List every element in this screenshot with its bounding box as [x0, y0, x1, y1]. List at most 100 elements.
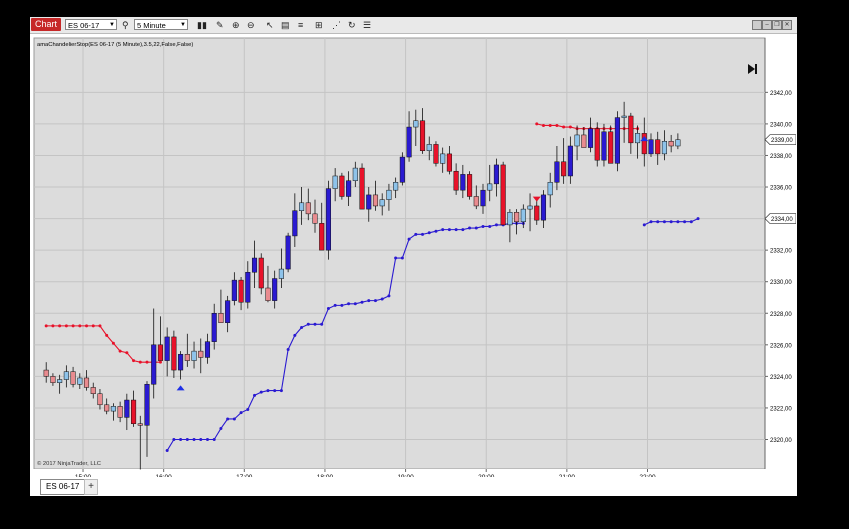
candle-body [581, 134, 587, 148]
long-stop-dot [246, 408, 250, 412]
add-tab-icon[interactable]: + [84, 479, 98, 495]
zoom-in-icon[interactable]: ⊕ [232, 19, 240, 31]
candle-body [90, 387, 96, 394]
price-chart[interactable]: 2342,00 2340,00 2338,00 2336,00 2334,00 2332,… [32, 36, 796, 486]
short-stop-dot [105, 333, 109, 337]
candle-body [292, 210, 298, 237]
candle-body [446, 153, 452, 172]
candle-body [124, 399, 130, 418]
candle-body [57, 379, 63, 383]
candle-body [467, 174, 473, 197]
instrument-selector[interactable]: ES 06-17 ▼ [65, 19, 117, 30]
candle-body [648, 139, 654, 155]
y-tick-label: 2322,00 [770, 406, 792, 412]
long-stop-dot [380, 297, 384, 301]
long-stop-dot [427, 231, 431, 235]
long-stop-2-dot [669, 220, 673, 224]
y-tick-label: 2340,00 [770, 122, 792, 128]
candle-body [137, 423, 143, 426]
long-stop-dot [179, 438, 183, 441]
refresh-icon[interactable]: ↻ [348, 19, 356, 31]
candle-body [258, 257, 264, 289]
long-stop-dot [367, 299, 371, 303]
candle-body [70, 371, 76, 385]
chart-panel[interactable]: 2342,00 2340,00 2338,00 2336,00 2334,00 2332,… [32, 36, 796, 486]
candle-body [251, 257, 258, 273]
long-stop-dot [447, 228, 451, 232]
candle-body [520, 208, 526, 222]
candle-body [527, 205, 533, 210]
data-box-icon[interactable]: ≡ [298, 19, 303, 31]
candle-body [406, 126, 412, 158]
tab-es-06-17[interactable]: ES 06-17 [40, 479, 86, 495]
candle-body [238, 279, 244, 303]
candle-body [299, 202, 305, 211]
candle-body [83, 377, 90, 388]
y-tick-label: 2342,00 [770, 91, 792, 97]
candle-body [635, 133, 641, 144]
y-tick-label: 2338,00 [770, 154, 792, 160]
long-stop-dot [387, 294, 391, 298]
short-stop-dot [64, 324, 68, 328]
short-stop-dot [71, 324, 75, 328]
plot-area [33, 37, 766, 470]
long-stop-2-dot [676, 220, 680, 224]
short-stop-dot [111, 341, 115, 345]
chevron-down-icon: ▼ [109, 22, 115, 28]
long-stop-dot [494, 223, 498, 227]
pencil-icon[interactable]: ✎ [216, 19, 224, 31]
copyright-label: © 2017 NinjaTrader, LLC [37, 460, 101, 467]
long-stop-2-dot [642, 223, 646, 227]
candle-body [278, 268, 284, 279]
tile-icon[interactable] [752, 20, 762, 30]
long-stop-2-dot [649, 220, 653, 224]
candle-body [198, 350, 204, 358]
candle-body [567, 145, 573, 177]
candle-body [245, 271, 251, 303]
candle-body [440, 153, 446, 164]
long-stop-dot [239, 411, 243, 415]
candle-body [487, 183, 493, 191]
properties-icon[interactable]: ▤ [281, 19, 290, 31]
zoom-out-icon[interactable]: ⊖ [247, 19, 255, 31]
long-stop-2-dot [662, 220, 666, 224]
candle-body [460, 174, 466, 191]
candle-body [359, 167, 365, 210]
long-stop-dot [320, 322, 324, 326]
long-stop-dot [212, 438, 216, 441]
y-tick-label: 2320,00 [770, 438, 792, 444]
long-stop-dot [253, 393, 257, 397]
long-stop-dot [293, 333, 297, 337]
bar-style-icon[interactable]: ▮▮ [197, 19, 207, 31]
long-stop-dot [400, 256, 404, 260]
long-stop-dot [185, 438, 189, 441]
restore-icon[interactable]: ❐ [772, 20, 782, 30]
chart-menu-button[interactable]: Chart [31, 18, 62, 31]
minimize-icon[interactable]: – [762, 20, 772, 30]
candle-body [554, 161, 560, 183]
strategy-icon[interactable]: ⋰ [332, 19, 341, 31]
candle-body [104, 404, 110, 412]
y-tick-label: 2336,00 [770, 186, 792, 192]
long-stop-dot [273, 389, 277, 393]
candle-body [561, 161, 567, 177]
candle-body [480, 189, 486, 207]
close-icon[interactable]: ✕ [782, 20, 792, 30]
short-stop-dot [145, 360, 149, 364]
interval-selector[interactable]: 5 Minute ▼ [134, 19, 188, 30]
candle-body [453, 170, 459, 191]
list-icon[interactable]: ☰ [363, 19, 371, 31]
search-icon[interactable]: ⚲ [122, 19, 129, 31]
pointer-icon[interactable]: ↖ [266, 19, 274, 31]
long-stop-dot [266, 389, 270, 393]
long-stop-dot [306, 322, 310, 326]
candle-body [131, 399, 137, 424]
candle-body [312, 213, 318, 224]
candle-body [319, 223, 325, 251]
drawing-tools-icon[interactable]: ⊞ [315, 19, 323, 31]
candle-body [655, 139, 661, 155]
long-stop-dot [279, 389, 283, 393]
candle-body [621, 115, 627, 118]
candle-body [225, 300, 231, 323]
candle-body [594, 128, 600, 161]
